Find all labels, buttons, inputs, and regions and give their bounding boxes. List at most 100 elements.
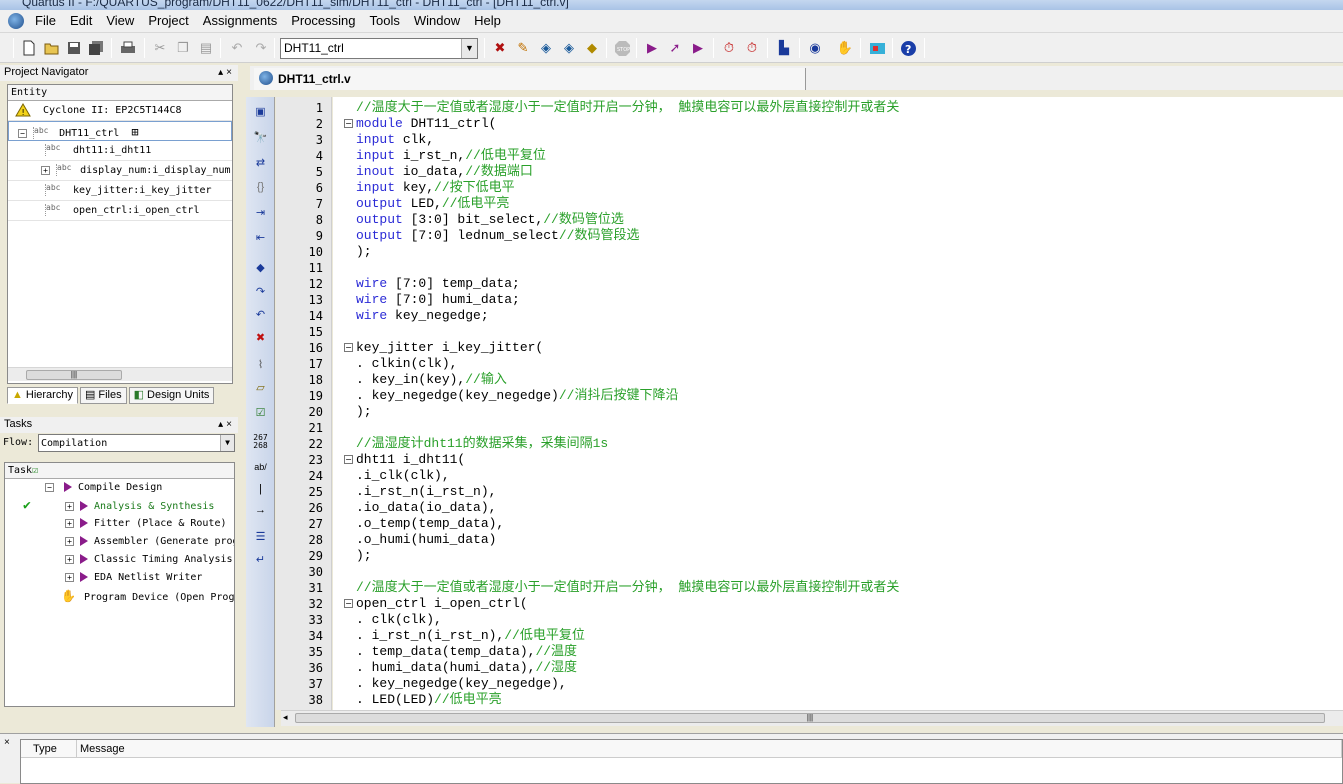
play-icon[interactable]: [80, 501, 89, 511]
panel-controls[interactable]: ▴×: [218, 65, 235, 80]
task-fitter[interactable]: + Fitter (Place & Route): [5, 515, 234, 533]
code-line[interactable]: wire [7:0] temp_data;: [356, 276, 520, 292]
open-folder-icon[interactable]: [43, 39, 61, 57]
tree-item-key-jitter[interactable]: abc key_jitter:i_key_jitter: [8, 181, 232, 201]
menu-help[interactable]: Help: [467, 10, 508, 32]
list-icon[interactable]: ☰: [252, 529, 269, 546]
expand-icon[interactable]: +: [65, 572, 74, 582]
check-syntax-icon[interactable]: ☑: [252, 405, 269, 422]
print-icon[interactable]: [119, 39, 137, 57]
code-line[interactable]: wire [7:0] humi_data;: [356, 292, 520, 308]
navigator-hscrollbar[interactable]: |||: [8, 367, 232, 381]
cursor-icon[interactable]: |: [252, 481, 269, 498]
bookmark-prev-icon[interactable]: ↶: [252, 307, 269, 324]
menu-window[interactable]: Window: [407, 10, 467, 32]
code-line[interactable]: . key_negedge(key_negedge)//消抖后按键下降沿: [356, 388, 678, 404]
timing-analyzer-icon[interactable]: ⏱: [720, 39, 738, 57]
expand-icon[interactable]: +: [65, 554, 74, 564]
code-line[interactable]: . humi_data(humi_data),//湿度: [356, 660, 577, 676]
code-line[interactable]: inout io_data,//数据端口: [356, 164, 533, 180]
play-icon[interactable]: [80, 554, 89, 564]
play-icon[interactable]: [80, 572, 89, 582]
top-entity-row[interactable]: − abc DHT11_ctrl ⊞: [8, 121, 232, 141]
collapse-icon[interactable]: −: [45, 482, 54, 492]
expand-icon[interactable]: +: [65, 536, 74, 546]
copy-icon[interactable]: ❐: [174, 39, 192, 57]
cut-icon[interactable]: ✂: [151, 39, 169, 57]
editor-hscrollbar[interactable]: ◂ |||: [281, 710, 1343, 726]
menu-file[interactable]: File: [28, 10, 63, 32]
signaltap-icon[interactable]: [868, 39, 886, 57]
tree-item-dht11[interactable]: abc dht11:i_dht11: [8, 141, 232, 161]
fold-collapse-icon[interactable]: −: [344, 343, 353, 352]
brace-icon[interactable]: {}: [252, 179, 269, 196]
panel-controls[interactable]: ▴×: [218, 417, 235, 432]
code-line[interactable]: . key_in(key),//输入: [356, 372, 507, 388]
code-line[interactable]: .o_temp(temp_data),: [356, 516, 504, 532]
tree-item-display-num[interactable]: + abc display_num:i_display_num: [8, 161, 232, 181]
task-eda-netlist[interactable]: + EDA Netlist Writer: [5, 569, 234, 587]
task-compile-design[interactable]: − Compile Design: [5, 479, 234, 497]
compilation-report-icon[interactable]: ▙: [775, 39, 793, 57]
undo-icon[interactable]: ↶: [228, 39, 246, 57]
menu-processing[interactable]: Processing: [284, 10, 362, 32]
tab-files[interactable]: ▤ Files: [79, 387, 127, 404]
netlist-viewer-icon[interactable]: ◉: [806, 39, 824, 57]
pencil-icon[interactable]: ✎: [514, 39, 532, 57]
code-line[interactable]: .o_humi(humi_data): [356, 532, 496, 548]
code-line[interactable]: //温度大于一定值或者湿度小于一定值时开启一分钟， 触摸电容可以最外层直接控制开…: [356, 580, 899, 596]
fold-collapse-icon[interactable]: −: [344, 119, 353, 128]
fold-collapse-icon[interactable]: −: [344, 455, 353, 464]
scroll-left-icon[interactable]: ◂: [283, 712, 288, 723]
open-window-icon[interactable]: ▣: [252, 104, 269, 121]
code-line[interactable]: input key,//按下低电平: [356, 180, 515, 196]
entity-column-header[interactable]: Entity: [8, 85, 232, 101]
paste-icon[interactable]: ▤: [197, 39, 215, 57]
code-line[interactable]: key_jitter i_key_jitter(: [356, 340, 543, 356]
menu-tools[interactable]: Tools: [363, 10, 407, 32]
type-column-header[interactable]: Type: [21, 740, 77, 758]
outdent-icon[interactable]: ⇤: [252, 230, 269, 247]
clip-icon[interactable]: ⌇: [252, 357, 269, 374]
code-line[interactable]: . clk(clk),: [356, 612, 442, 628]
stop-icon[interactable]: STOP: [613, 39, 631, 57]
find-replace-icon[interactable]: ⇄: [252, 155, 269, 172]
new-file-icon[interactable]: [20, 39, 38, 57]
code-line[interactable]: . i_rst_n(i_rst_n),//低电平复位: [356, 628, 585, 644]
block-icon[interactable]: ▱: [252, 380, 269, 397]
code-line[interactable]: .io_data(io_data),: [356, 500, 496, 516]
code-line[interactable]: . clkin(clk),: [356, 356, 457, 372]
message-column-header[interactable]: Message: [77, 740, 1342, 758]
menu-project[interactable]: Project: [141, 10, 195, 32]
code-line[interactable]: module DHT11_ctrl(: [356, 116, 496, 132]
menu-view[interactable]: View: [99, 10, 141, 32]
bookmark-clear-icon[interactable]: ✖: [252, 330, 269, 347]
close-icon[interactable]: ×: [4, 737, 10, 748]
chip-planner-icon[interactable]: ◆: [583, 39, 601, 57]
code-line[interactable]: open_ctrl i_open_ctrl(: [356, 596, 528, 612]
flow-select[interactable]: Compilation ▼: [38, 434, 235, 452]
code-line[interactable]: );: [356, 244, 372, 260]
task-assembler[interactable]: + Assembler (Generate programming files): [5, 533, 234, 551]
programmer-icon[interactable]: ✋: [836, 39, 854, 57]
arrow-right-icon[interactable]: →: [252, 502, 269, 519]
start-compilation-icon[interactable]: ▶: [643, 39, 661, 57]
scroll-thumb[interactable]: |||: [295, 713, 1325, 723]
code-line[interactable]: input clk,: [356, 132, 434, 148]
chevron-down-icon[interactable]: ▼: [461, 39, 477, 58]
code-line[interactable]: output LED,//低电平亮: [356, 196, 509, 212]
settings-icon[interactable]: ◈: [537, 39, 555, 57]
menu-assignments[interactable]: Assignments: [196, 10, 284, 32]
tab-hierarchy[interactable]: ▲ Hierarchy: [7, 387, 78, 404]
menu-edit[interactable]: Edit: [63, 10, 99, 32]
task-analysis-synthesis[interactable]: ✔ + Analysis & Synthesis: [5, 497, 234, 515]
analysis-elaboration-icon[interactable]: ▶: [689, 39, 707, 57]
chevron-down-icon[interactable]: ▼: [220, 435, 234, 451]
wrap-icon[interactable]: ↵: [252, 552, 269, 569]
code-line[interactable]: dht11 i_dht11(: [356, 452, 465, 468]
redo-icon[interactable]: ↷: [252, 39, 270, 57]
line-numbers-icon[interactable]: 267 268: [252, 434, 269, 451]
code-line[interactable]: .i_rst_n(i_rst_n),: [356, 484, 496, 500]
code-line[interactable]: output [7:0] lednum_select//数码管段选: [356, 228, 639, 244]
bookmark-next-icon[interactable]: ↷: [252, 284, 269, 301]
